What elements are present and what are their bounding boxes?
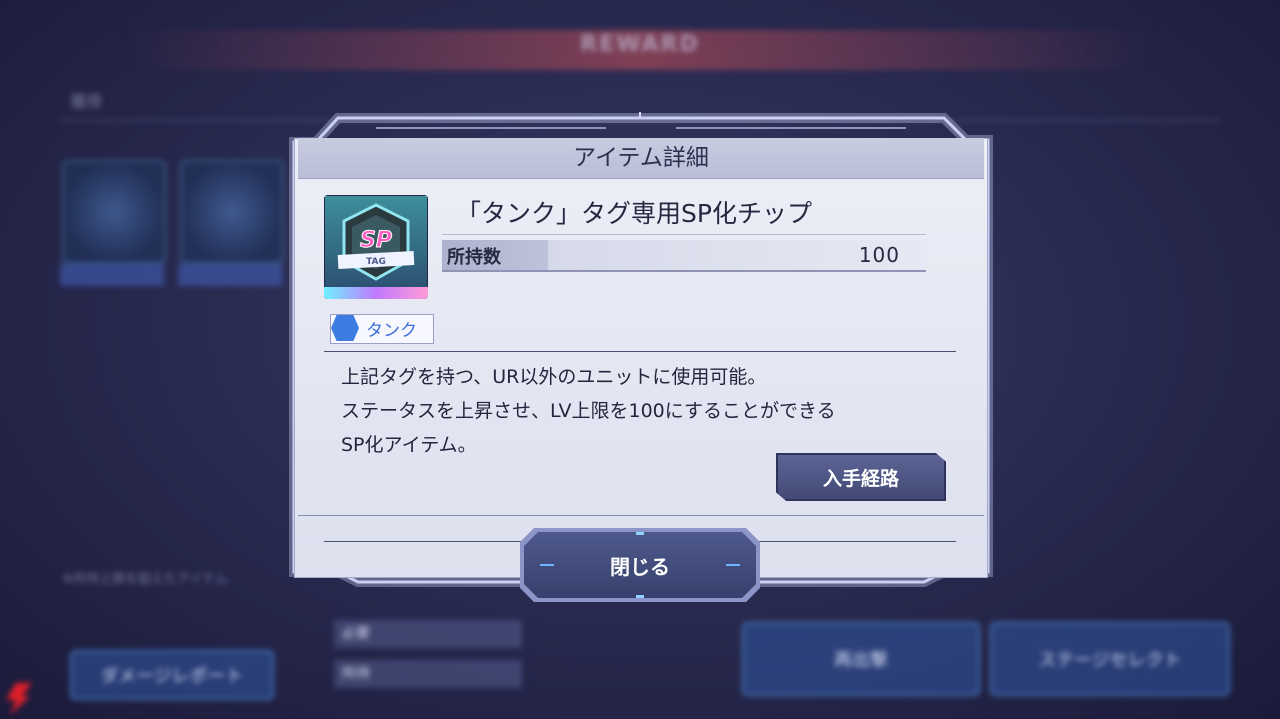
owned-label: 所持数 <box>447 247 501 268</box>
description-line: 上記タグを持つ、UR以外のユニットに使用可能。 <box>341 366 767 388</box>
item-name: 「タンク」タグ専用SP化チップ <box>456 199 812 228</box>
background-reward-card <box>180 160 284 264</box>
dialog-title: アイテム詳細 <box>573 145 709 171</box>
item-name-underline <box>442 234 926 235</box>
item-description: 上記タグを持つ、UR以外のユニットに使用可能。 ステータスを上昇させ、LV上限を… <box>341 360 961 462</box>
owned-value: 100 <box>858 243 900 267</box>
background-stat-row: 必要 <box>334 620 522 648</box>
close-button[interactable]: 閉じる <box>520 528 760 602</box>
close-button-label: 閉じる <box>610 554 670 579</box>
tank-tag-icon <box>331 315 359 341</box>
background-stat-row: 所持 <box>334 660 522 688</box>
background-subheading: 獲得 <box>70 92 103 111</box>
description-divider-top <box>324 351 956 352</box>
background-reward-card-tag <box>60 264 164 286</box>
chip-item-icon: SP TAG <box>324 195 428 299</box>
sp-label-icon: SP <box>360 228 392 253</box>
tag-label: タンク <box>366 321 417 341</box>
background-reward-card-tag <box>178 264 282 286</box>
background-stage-select-button: ステージセレクト <box>990 622 1230 696</box>
background-reward-title: REWARD <box>580 32 700 57</box>
watermark-logo <box>4 683 124 715</box>
tag-label-icon: TAG <box>366 257 386 267</box>
background-reward-card <box>62 160 166 264</box>
acquisition-route-button[interactable]: 入手経路 <box>776 453 946 501</box>
background-note: ※所持上限を超えたアイテム <box>62 572 228 587</box>
bolt-icon <box>6 683 32 715</box>
background-retry-button: 再出撃 <box>742 622 980 696</box>
footer-divider <box>298 515 984 516</box>
description-line: ステータスを上昇させ、LV上限を100にすることができる <box>341 400 836 422</box>
